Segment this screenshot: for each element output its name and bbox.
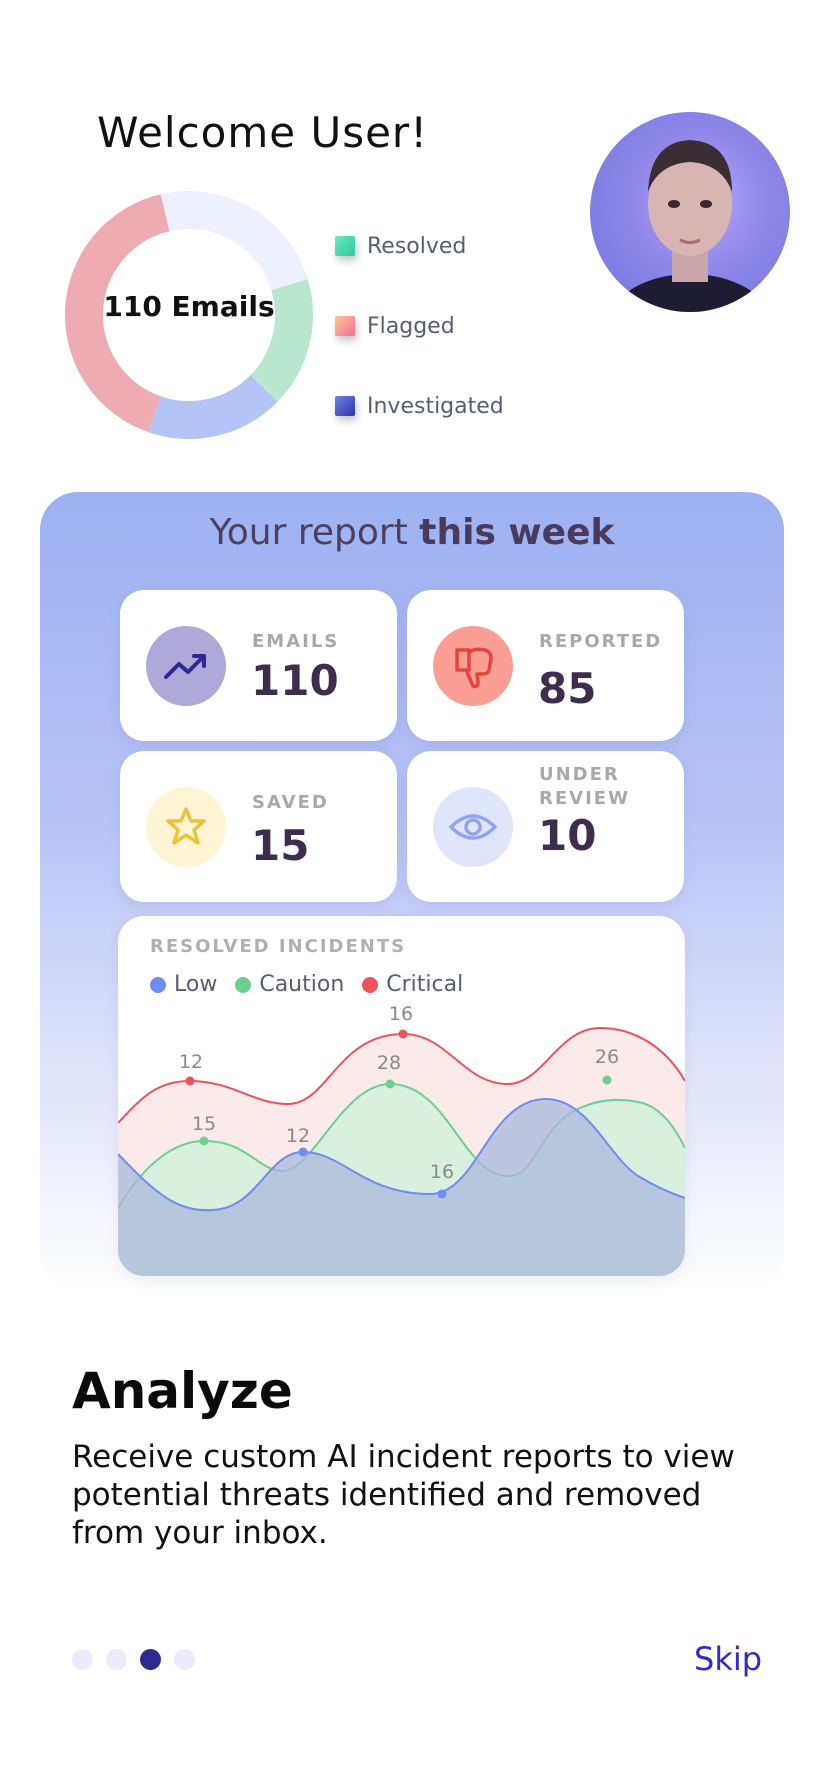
legend-item-flagged: Flagged bbox=[335, 311, 455, 341]
donut-center-label: 110 Emails bbox=[103, 290, 275, 323]
chart-legend-low: Low bbox=[150, 972, 217, 997]
stat-value: 15 bbox=[251, 821, 310, 870]
data-label: 15 bbox=[192, 1113, 216, 1135]
report-title: Your report this week bbox=[40, 512, 784, 553]
chart-title: RESOLVED INCIDENTS bbox=[150, 936, 407, 957]
stat-label: EMAILS bbox=[252, 631, 340, 652]
stat-card-under-review[interactable]: UNDER REVIEW 10 bbox=[407, 751, 684, 902]
legend-label: Resolved bbox=[367, 233, 467, 259]
page-indicator bbox=[72, 1649, 195, 1670]
data-label: 28 bbox=[377, 1052, 401, 1074]
report-title-prefix: Your report bbox=[209, 512, 408, 553]
series-name: Critical bbox=[386, 972, 464, 997]
data-label: 16 bbox=[389, 1003, 413, 1025]
page-dot[interactable] bbox=[72, 1649, 93, 1670]
stat-label: UNDER REVIEW bbox=[539, 764, 630, 809]
star-icon bbox=[146, 787, 226, 867]
skip-button[interactable]: Skip bbox=[694, 1640, 762, 1678]
stat-value: 85 bbox=[538, 664, 597, 713]
point-caution bbox=[199, 1136, 209, 1146]
point-caution bbox=[385, 1079, 395, 1089]
legend-label: Investigated bbox=[367, 393, 504, 419]
report-title-bold: this week bbox=[419, 512, 615, 553]
trending-up-icon bbox=[146, 626, 226, 706]
stat-card-reported[interactable]: REPORTED 85 bbox=[407, 590, 684, 741]
legend-item-resolved: Resolved bbox=[335, 231, 466, 261]
stat-value: 110 bbox=[251, 656, 339, 705]
flagged-swatch bbox=[335, 316, 355, 336]
chart-legend-caution: Caution bbox=[235, 972, 344, 997]
stat-card-emails[interactable]: EMAILS 110 bbox=[120, 590, 397, 741]
onboarding-description: Receive custom AI incident reports to vi… bbox=[72, 1439, 735, 1551]
avatar-portrait bbox=[611, 140, 769, 312]
data-label: 26 bbox=[595, 1046, 619, 1068]
critical-dot bbox=[362, 976, 379, 993]
point-low bbox=[298, 1147, 308, 1157]
page-dot[interactable] bbox=[106, 1649, 127, 1670]
donut-segment-investigated bbox=[148, 374, 278, 439]
page-dot[interactable] bbox=[174, 1649, 195, 1670]
low-dot bbox=[150, 976, 166, 993]
user-avatar[interactable] bbox=[590, 112, 790, 312]
point-low bbox=[437, 1189, 447, 1199]
legend-item-investigated: Investigated bbox=[335, 391, 504, 421]
stat-label: SAVED bbox=[252, 792, 329, 813]
eye-icon bbox=[433, 787, 513, 867]
data-label: 12 bbox=[286, 1125, 310, 1147]
resolved-incidents-chart: 12 16 15 28 26 12 16 RESOLVED INCIDENTS … bbox=[118, 916, 685, 1276]
stat-card-saved[interactable]: SAVED 15 bbox=[120, 751, 397, 902]
thumbs-down-icon bbox=[433, 626, 513, 706]
onboarding-heading: Analyze bbox=[72, 1362, 293, 1420]
chart-legend: Low Caution Critical bbox=[150, 972, 463, 997]
series-name: Low bbox=[174, 972, 218, 997]
investigated-swatch bbox=[335, 396, 355, 416]
donut-segment-unlabeled bbox=[160, 191, 308, 291]
page-dot-active[interactable] bbox=[140, 1649, 161, 1670]
data-label: 12 bbox=[179, 1051, 203, 1073]
stat-label: REPORTED bbox=[539, 631, 663, 652]
incidents-area-chart: 12 16 15 28 26 12 16 bbox=[118, 1003, 685, 1276]
point-caution bbox=[602, 1075, 612, 1085]
chart-legend-critical: Critical bbox=[362, 972, 463, 997]
caution-dot bbox=[235, 976, 252, 993]
stat-value: 10 bbox=[538, 811, 597, 860]
welcome-title: Welcome User! bbox=[97, 108, 429, 157]
series-name: Caution bbox=[259, 972, 345, 997]
resolved-swatch bbox=[335, 236, 355, 256]
data-label: 16 bbox=[430, 1161, 454, 1183]
point-critical bbox=[398, 1029, 408, 1039]
point-critical bbox=[185, 1076, 195, 1086]
legend-label: Flagged bbox=[367, 313, 455, 339]
